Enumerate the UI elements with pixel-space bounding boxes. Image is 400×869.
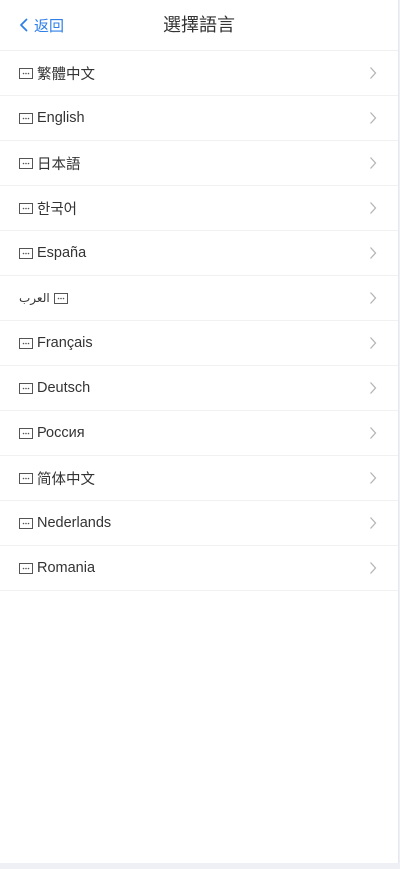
language-item[interactable]: 한국어 bbox=[0, 186, 398, 231]
flag-placeholder-icon bbox=[53, 292, 68, 304]
nav-header: 返回 選擇語言 bbox=[0, 0, 398, 51]
flag-placeholder-icon bbox=[19, 337, 33, 349]
language-item[interactable]: 繁體中文 bbox=[0, 51, 398, 96]
language-item-content: 简体中文 bbox=[19, 468, 95, 489]
language-item-content: Nederlands bbox=[19, 515, 111, 531]
chevron-right-icon bbox=[370, 292, 377, 304]
chevron-right-icon bbox=[370, 112, 377, 124]
language-label: English bbox=[37, 110, 85, 126]
language-label: España bbox=[37, 245, 87, 261]
language-label: 繁體中文 bbox=[37, 66, 95, 83]
flag-placeholder-icon bbox=[19, 427, 33, 439]
language-item-content: Россия bbox=[19, 425, 85, 441]
language-item[interactable]: España bbox=[0, 231, 398, 276]
language-item[interactable]: 简体中文 bbox=[0, 456, 398, 501]
language-select-screen: 返回 選擇語言 繁體中文 English 日本語 한국어 España العر… bbox=[0, 0, 399, 863]
language-item[interactable]: 日本語 bbox=[0, 141, 398, 186]
language-label: Deutsch bbox=[37, 380, 91, 396]
chevron-right-icon bbox=[370, 202, 377, 214]
chevron-right-icon bbox=[370, 472, 377, 484]
chevron-right-icon bbox=[370, 517, 377, 529]
language-item[interactable]: العرب bbox=[0, 276, 398, 321]
language-label: العرب bbox=[19, 291, 50, 305]
language-item-content: English bbox=[19, 110, 85, 126]
language-item-content: Deutsch bbox=[19, 380, 90, 396]
language-item[interactable]: Россия bbox=[0, 411, 398, 456]
language-label: Nederlands bbox=[37, 515, 112, 531]
chevron-right-icon bbox=[370, 562, 377, 574]
language-item[interactable]: English bbox=[0, 96, 398, 141]
language-item[interactable]: Deutsch bbox=[0, 366, 398, 411]
language-item-content: 日本語 bbox=[19, 153, 81, 174]
language-item-content: 繁體中文 bbox=[19, 63, 95, 84]
chevron-right-icon bbox=[370, 427, 377, 439]
language-label: 日本語 bbox=[37, 156, 81, 173]
back-button[interactable]: 返回 bbox=[19, 0, 64, 50]
flag-placeholder-icon bbox=[19, 472, 33, 484]
language-item[interactable]: Français bbox=[0, 321, 398, 366]
chevron-right-icon bbox=[370, 382, 377, 394]
back-label: 返回 bbox=[34, 17, 65, 35]
flag-placeholder-icon bbox=[19, 157, 33, 169]
language-list: 繁體中文 English 日本語 한국어 España العرب França… bbox=[0, 51, 398, 591]
flag-placeholder-icon bbox=[19, 517, 33, 529]
flag-placeholder-icon bbox=[19, 67, 33, 79]
chevron-right-icon bbox=[370, 67, 377, 79]
flag-placeholder-icon bbox=[19, 112, 33, 124]
language-item[interactable]: Romania bbox=[0, 546, 398, 591]
language-item-content: العرب bbox=[19, 291, 68, 305]
flag-placeholder-icon bbox=[19, 202, 33, 214]
language-label: 한국어 bbox=[37, 201, 78, 218]
chevron-left-icon bbox=[20, 18, 28, 32]
chevron-right-icon bbox=[370, 157, 377, 169]
language-item-content: 한국어 bbox=[19, 198, 77, 219]
language-label: 简体中文 bbox=[37, 471, 95, 488]
language-label: Romania bbox=[37, 560, 96, 576]
flag-placeholder-icon bbox=[19, 562, 33, 574]
language-item[interactable]: Nederlands bbox=[0, 501, 398, 546]
language-label: Français bbox=[37, 335, 93, 351]
language-item-content: Français bbox=[19, 335, 93, 351]
flag-placeholder-icon bbox=[19, 247, 33, 259]
language-item-content: España bbox=[19, 245, 86, 261]
chevron-right-icon bbox=[370, 337, 377, 349]
chevron-right-icon bbox=[370, 247, 377, 259]
flag-placeholder-icon bbox=[19, 382, 33, 394]
language-item-content: Romania bbox=[19, 560, 95, 576]
language-label: Россия bbox=[37, 425, 85, 441]
